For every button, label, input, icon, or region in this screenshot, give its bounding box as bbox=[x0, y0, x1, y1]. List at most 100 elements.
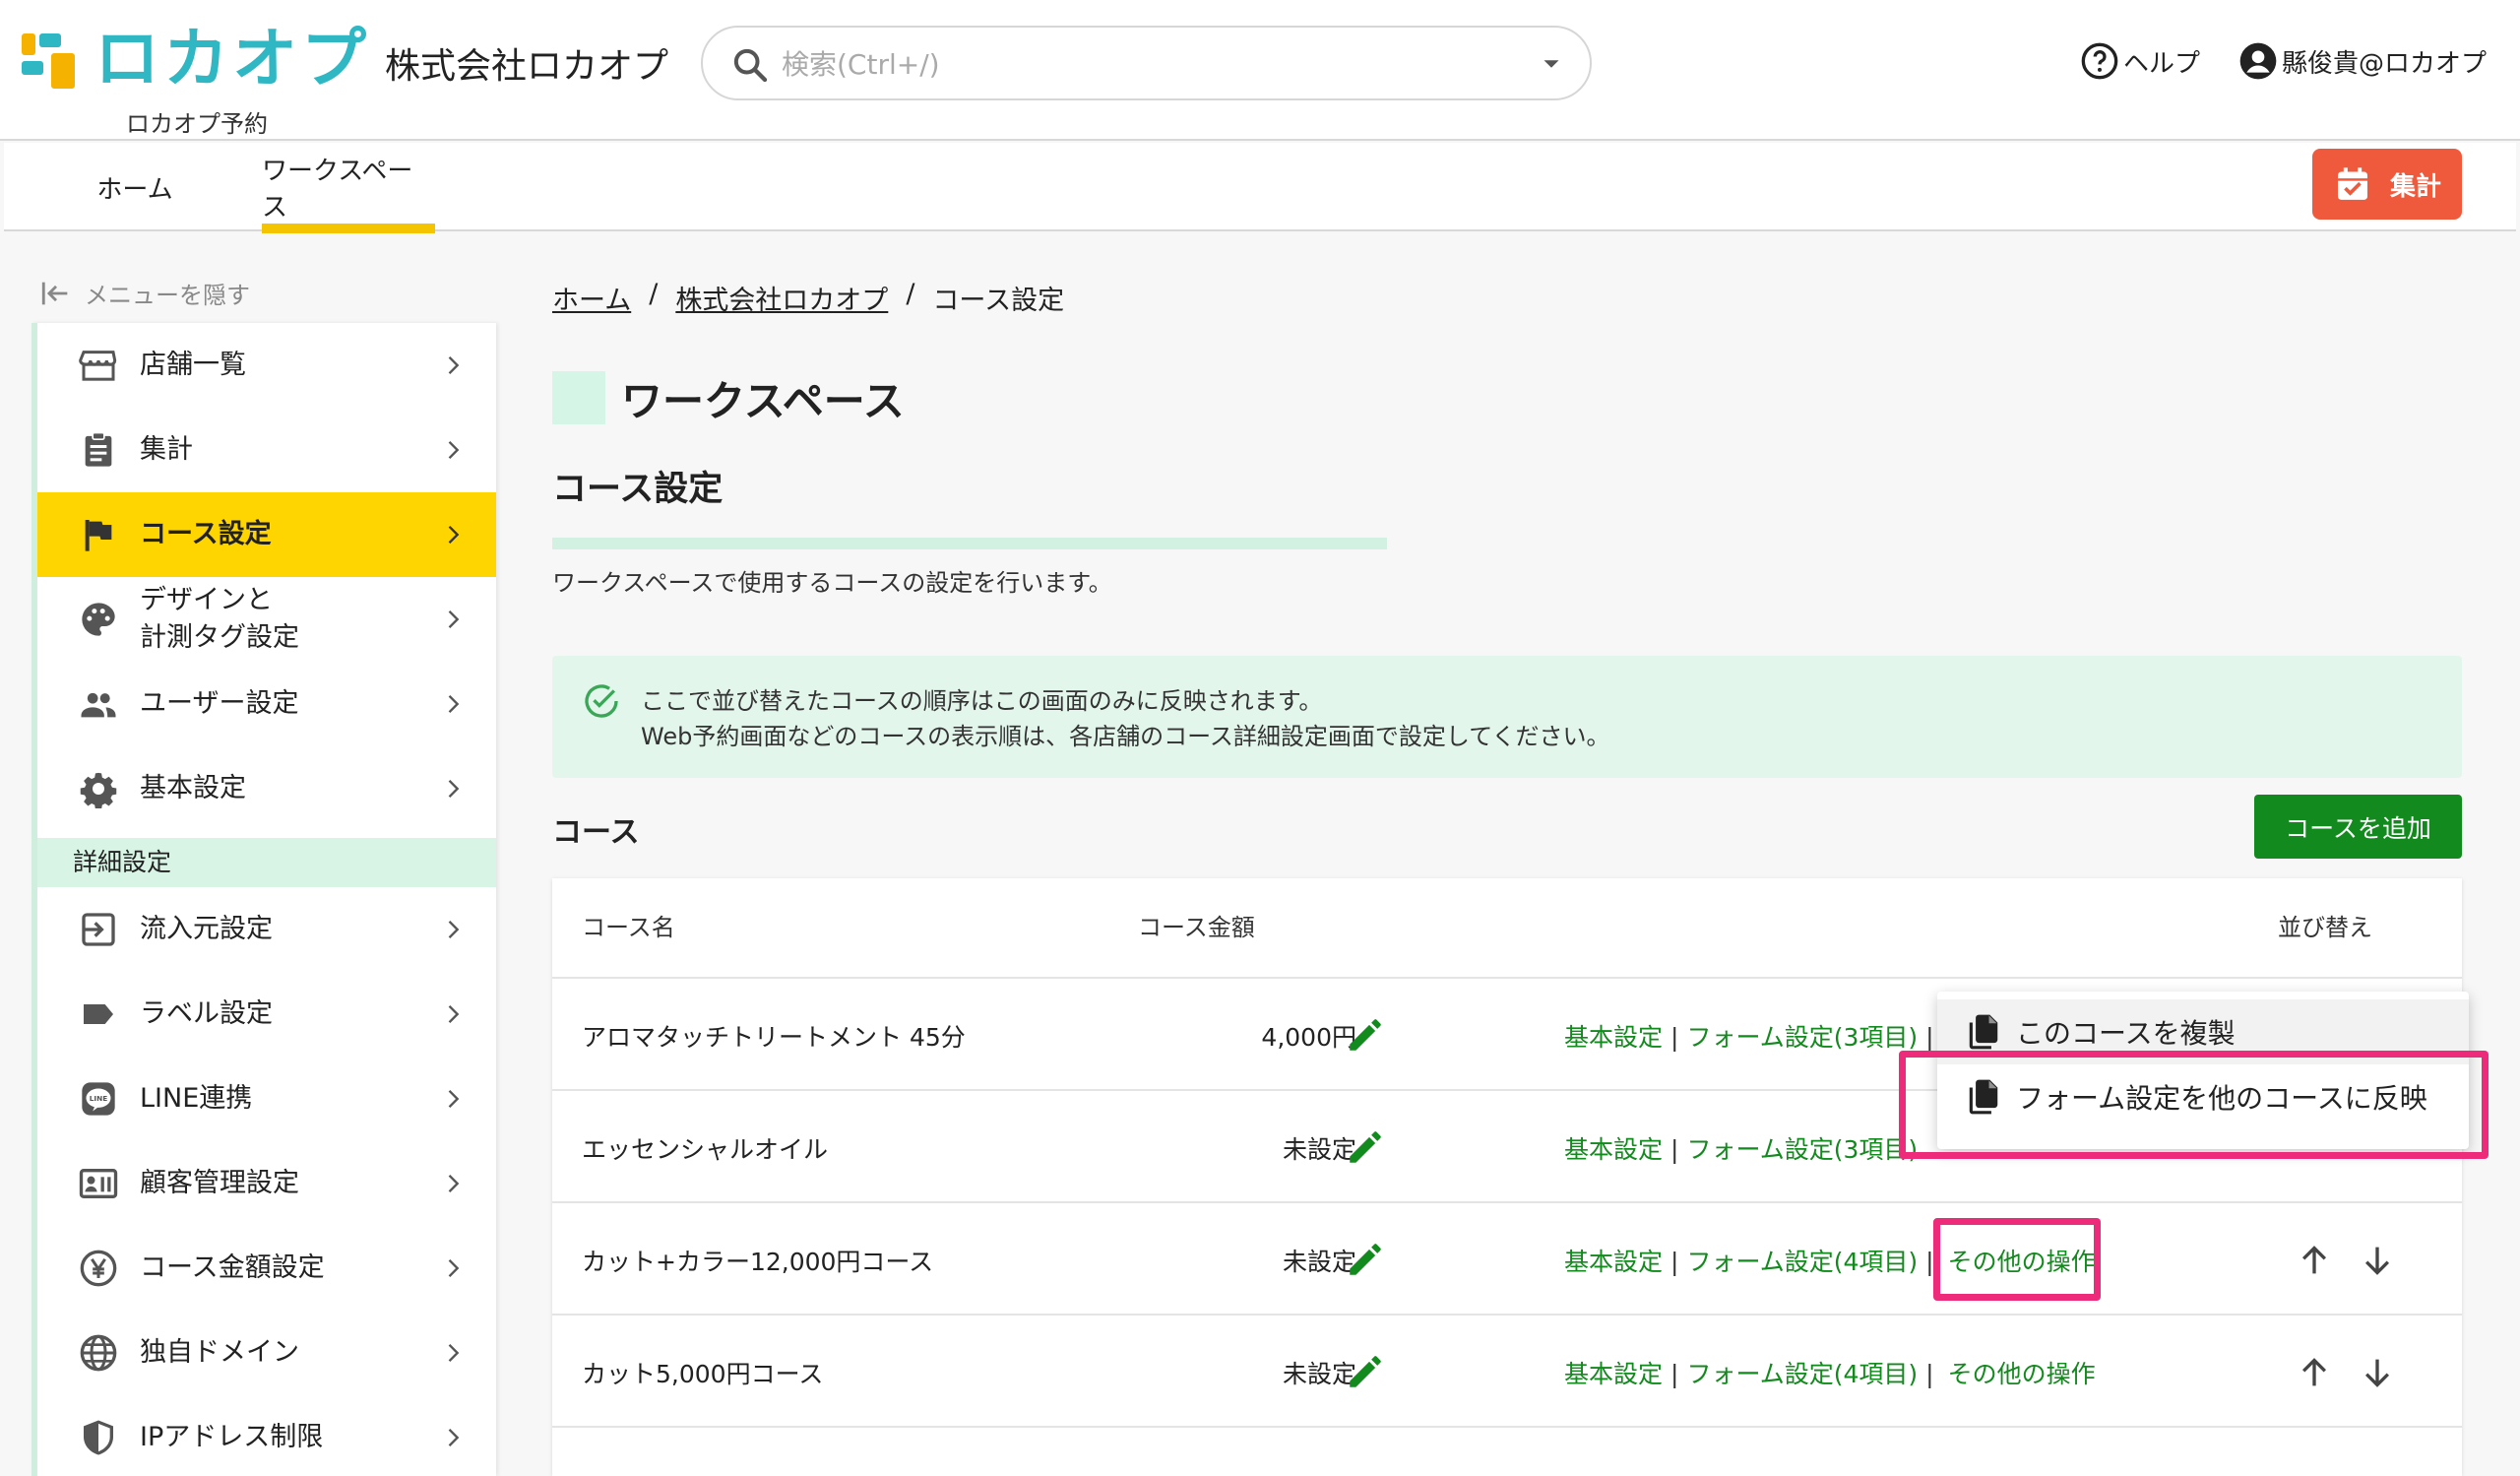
contact-card-icon bbox=[79, 1169, 118, 1198]
breadcrumb-separator: / bbox=[906, 279, 915, 309]
globe-icon bbox=[80, 1334, 117, 1372]
chevron-right-icon bbox=[448, 526, 460, 544]
sidebar-item-label: 基本設定 bbox=[140, 773, 246, 803]
user-menu[interactable]: 縣俊貴@ロカオプ bbox=[2238, 41, 2487, 81]
basic-settings-link[interactable]: 基本設定 bbox=[1564, 1135, 1663, 1164]
logo-mark-icon bbox=[22, 33, 75, 89]
notice-line-2: Web予約画面などのコースの表示順は、各店舗のコース詳細設定画面で設定してくださ… bbox=[641, 723, 1610, 750]
sidebar-item-label: IPアドレス制限 bbox=[140, 1422, 324, 1452]
search-input[interactable] bbox=[782, 41, 1471, 87]
pencil-icon[interactable] bbox=[1345, 1014, 1386, 1056]
search-icon bbox=[733, 48, 768, 83]
sidebar-section-detail: 詳細設定 bbox=[37, 838, 496, 887]
breadcrumb-company[interactable]: 株式会社ロカオプ bbox=[675, 279, 888, 317]
form-settings-link[interactable]: フォーム設定(4項目) bbox=[1686, 1360, 1918, 1388]
copy-icon bbox=[1969, 1014, 1998, 1050]
pencil-icon[interactable] bbox=[1345, 1239, 1386, 1280]
label-icon bbox=[84, 1004, 113, 1024]
hide-menu-button[interactable]: メニューを隠す bbox=[39, 276, 250, 310]
chevron-right-icon bbox=[448, 356, 460, 374]
sidebar-item-customer[interactable]: 顧客管理設定 bbox=[37, 1141, 496, 1226]
chevron-right-icon bbox=[448, 1429, 460, 1446]
sidebar-item-label: LINE連携 bbox=[140, 1083, 253, 1114]
arrow-up-icon[interactable] bbox=[2295, 1353, 2334, 1392]
sidebar-item-label: コース金額設定 bbox=[140, 1252, 325, 1283]
column-header-sort: 並び替え bbox=[2278, 914, 2372, 941]
tab-home[interactable]: ホーム bbox=[63, 143, 207, 231]
sidebar-item-label: 店舗一覧 bbox=[140, 350, 246, 380]
basic-settings-link[interactable]: 基本設定 bbox=[1564, 1248, 1663, 1276]
course-name: エッセンシャルオイル bbox=[582, 1135, 829, 1164]
people-icon bbox=[81, 692, 116, 718]
sidebar-item-course-settings[interactable]: コース設定 bbox=[37, 492, 496, 577]
chevron-right-icon bbox=[448, 695, 460, 713]
chevron-down-icon[interactable] bbox=[1537, 49, 1566, 79]
sidebar-item-basic-settings[interactable]: 基本設定 bbox=[37, 746, 496, 831]
sidebar-item-shukei[interactable]: 集計 bbox=[37, 408, 496, 492]
arrow-up-icon[interactable] bbox=[2295, 1241, 2334, 1280]
workspace-title: ワークスペース bbox=[621, 377, 905, 425]
pencil-icon[interactable] bbox=[1345, 1351, 1386, 1392]
store-icon bbox=[79, 351, 117, 381]
sidebar-item-inflow[interactable]: 流入元設定 bbox=[37, 887, 496, 972]
help-icon bbox=[2081, 42, 2118, 80]
hide-menu-label: メニューを隠す bbox=[85, 282, 250, 309]
sidebar-item-course-price[interactable]: コース金額設定 bbox=[37, 1226, 496, 1311]
form-settings-link[interactable]: フォーム設定(4項目) bbox=[1686, 1248, 1918, 1276]
sidebar-item-ip-restriction[interactable]: IPアドレス制限 bbox=[37, 1395, 496, 1476]
row-links: 基本設定 | フォーム設定(3項目) | bbox=[1564, 1018, 1942, 1054]
sidebar-item-design-tags[interactable]: デザインと 計測タグ設定 bbox=[37, 577, 496, 662]
course-price: 4,000円 bbox=[1261, 1023, 1356, 1052]
menu-item-label: このコースを複製 bbox=[2016, 1017, 2236, 1050]
sidebar-item-domain[interactable]: 独自ドメイン bbox=[37, 1311, 496, 1395]
sidebar-item-label: ラベル設定 bbox=[140, 998, 273, 1029]
link-separator: | bbox=[1925, 1360, 1934, 1388]
page-description: ワークスペースで使用するコースの設定を行います。 bbox=[552, 569, 1112, 597]
sidebar-item-labels[interactable]: ラベル設定 bbox=[37, 972, 496, 1057]
add-course-button[interactable]: コースを追加 bbox=[2254, 795, 2462, 859]
courses-table: コース名 コース金額 並び替え アロマタッチトリートメント 45分 4,000円… bbox=[552, 878, 2462, 1476]
chevron-right-icon bbox=[448, 921, 460, 938]
table-row: カット5,000円コース 未設定 基本設定 | フォーム設定(4項目) | その他の操作 bbox=[552, 1314, 2462, 1426]
column-header-name: コース名 bbox=[582, 914, 675, 941]
form-settings-link[interactable]: フォーム設定(3項目) bbox=[1686, 1135, 1918, 1164]
shukei-label: 集計 bbox=[2389, 171, 2441, 202]
sidebar-item-line[interactable]: LINE LINE連携 bbox=[37, 1057, 496, 1141]
arrow-down-icon[interactable] bbox=[2358, 1241, 2397, 1280]
line-icon: LINE bbox=[82, 1082, 115, 1116]
calendar-check-icon bbox=[2337, 167, 2367, 200]
chevron-right-icon bbox=[448, 1259, 460, 1277]
user-label: 縣俊貴@ロカオプ bbox=[2282, 48, 2488, 79]
highlight-box-menu-item bbox=[1899, 1051, 2488, 1159]
basic-settings-link[interactable]: 基本設定 bbox=[1564, 1023, 1663, 1052]
table-row bbox=[552, 1426, 2462, 1476]
help-label: ヘルプ bbox=[2123, 48, 2201, 79]
courses-section-title: コース bbox=[552, 815, 640, 850]
course-name: カット5,000円コース bbox=[582, 1360, 824, 1388]
sidebar-item-user-settings[interactable]: ユーザー設定 bbox=[37, 662, 496, 746]
pencil-icon[interactable] bbox=[1345, 1126, 1386, 1168]
sidebar-item-stores[interactable]: 店舗一覧 bbox=[37, 323, 496, 408]
help-link[interactable]: ヘルプ bbox=[2080, 41, 2200, 81]
course-name: アロマタッチトリートメント 45分 bbox=[582, 1023, 966, 1052]
link-separator: | bbox=[1670, 1248, 1679, 1276]
table-row: カット+カラー12,000円コース 未設定 基本設定 | フォーム設定(4項目) | そ… bbox=[552, 1201, 2462, 1314]
breadcrumb-home[interactable]: ホーム bbox=[552, 279, 631, 317]
palette-icon bbox=[82, 603, 115, 636]
form-settings-link[interactable]: フォーム設定(3項目) bbox=[1686, 1023, 1918, 1052]
page-title: コース設定 bbox=[552, 470, 724, 509]
chevron-right-icon bbox=[448, 441, 460, 459]
sidebar-item-label: ユーザー設定 bbox=[140, 688, 299, 719]
gear-icon bbox=[80, 772, 117, 808]
sidebar-item-label: 集計 bbox=[140, 434, 193, 465]
tab-workspace[interactable]: ワークスペース bbox=[262, 143, 435, 233]
login-icon bbox=[82, 913, 115, 946]
yen-icon bbox=[80, 1250, 117, 1287]
basic-settings-link[interactable]: 基本設定 bbox=[1564, 1360, 1663, 1388]
search-box[interactable] bbox=[701, 26, 1592, 100]
app-header: ロカオプ ロカオプ予約 株式会社ロカオプ ヘルプ 縣俊貴@ロカオプ bbox=[0, 0, 2520, 141]
shukei-button[interactable]: 集計 bbox=[2312, 149, 2462, 220]
arrow-down-icon[interactable] bbox=[2358, 1353, 2397, 1392]
logo-text[interactable]: ロカオプ bbox=[94, 24, 370, 95]
other-actions-link[interactable]: その他の操作 bbox=[1948, 1360, 2096, 1388]
